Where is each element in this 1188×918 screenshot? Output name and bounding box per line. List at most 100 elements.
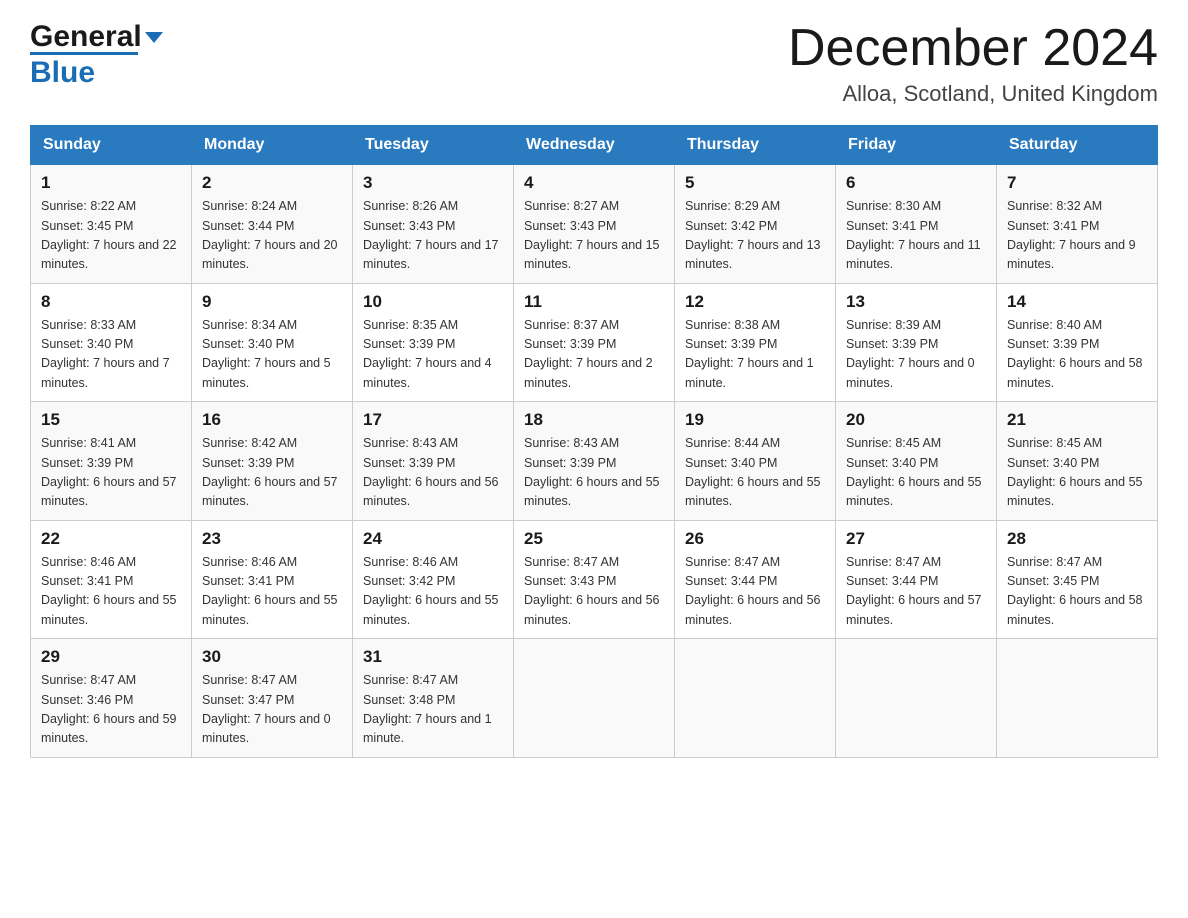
table-row: 16 Sunrise: 8:42 AMSunset: 3:39 PMDayligh… [192,402,353,521]
table-row: 26 Sunrise: 8:47 AMSunset: 3:44 PMDayligh… [675,520,836,639]
table-row: 19 Sunrise: 8:44 AMSunset: 3:40 PMDayligh… [675,402,836,521]
day-info: Sunrise: 8:37 AMSunset: 3:39 PMDaylight:… [524,316,664,394]
day-info: Sunrise: 8:46 AMSunset: 3:42 PMDaylight:… [363,553,503,631]
day-number: 21 [1007,410,1147,430]
calendar-week-row: 1 Sunrise: 8:22 AMSunset: 3:45 PMDaylight… [31,165,1158,284]
table-row: 14 Sunrise: 8:40 AMSunset: 3:39 PMDayligh… [997,283,1158,402]
day-info: Sunrise: 8:22 AMSunset: 3:45 PMDaylight:… [41,197,181,275]
day-info: Sunrise: 8:47 AMSunset: 3:44 PMDaylight:… [846,553,986,631]
table-row: 22 Sunrise: 8:46 AMSunset: 3:41 PMDayligh… [31,520,192,639]
day-number: 7 [1007,173,1147,193]
day-info: Sunrise: 8:41 AMSunset: 3:39 PMDaylight:… [41,434,181,512]
day-number: 18 [524,410,664,430]
calendar-table: Sunday Monday Tuesday Wednesday Thursday… [30,125,1158,758]
table-row: 6 Sunrise: 8:30 AMSunset: 3:41 PMDaylight… [836,165,997,284]
calendar-header: Sunday Monday Tuesday Wednesday Thursday… [31,126,1158,165]
day-info: Sunrise: 8:24 AMSunset: 3:44 PMDaylight:… [202,197,342,275]
day-number: 16 [202,410,342,430]
table-row: 20Sunrise: 8:45 AMSunset: 3:40 PMDayligh… [836,402,997,521]
logo-arrow-icon [145,32,163,43]
day-number: 17 [363,410,503,430]
title-area: December 2024 Alloa, Scotland, United Ki… [788,20,1158,107]
table-row: 28Sunrise: 8:47 AMSunset: 3:45 PMDayligh… [997,520,1158,639]
day-number: 11 [524,292,664,312]
calendar-week-row: 22 Sunrise: 8:46 AMSunset: 3:41 PMDayligh… [31,520,1158,639]
table-row [675,639,836,758]
day-info: Sunrise: 8:46 AMSunset: 3:41 PMDaylight:… [202,553,342,631]
table-row: 29 Sunrise: 8:47 AMSunset: 3:46 PMDayligh… [31,639,192,758]
table-row: 9Sunrise: 8:34 AMSunset: 3:40 PMDaylight… [192,283,353,402]
logo-blue-text: Blue [30,56,95,89]
logo-underline [30,52,138,55]
day-number: 13 [846,292,986,312]
day-info: Sunrise: 8:38 AMSunset: 3:39 PMDaylight:… [685,316,825,394]
table-row: 1 Sunrise: 8:22 AMSunset: 3:45 PMDaylight… [31,165,192,284]
table-row: 10Sunrise: 8:35 AMSunset: 3:39 PMDayligh… [353,283,514,402]
day-info: Sunrise: 8:47 AMSunset: 3:44 PMDaylight:… [685,553,825,631]
table-row: 7Sunrise: 8:32 AMSunset: 3:41 PMDaylight… [997,165,1158,284]
logo-general-text: General [30,20,142,54]
day-number: 25 [524,529,664,549]
day-info: Sunrise: 8:47 AMSunset: 3:47 PMDaylight:… [202,671,342,749]
day-info: Sunrise: 8:45 AMSunset: 3:40 PMDaylight:… [1007,434,1147,512]
calendar-week-row: 15 Sunrise: 8:41 AMSunset: 3:39 PMDayligh… [31,402,1158,521]
day-info: Sunrise: 8:45 AMSunset: 3:40 PMDaylight:… [846,434,986,512]
calendar-week-row: 8 Sunrise: 8:33 AMSunset: 3:40 PMDaylight… [31,283,1158,402]
day-info: Sunrise: 8:44 AMSunset: 3:40 PMDaylight:… [685,434,825,512]
table-row: 15 Sunrise: 8:41 AMSunset: 3:39 PMDayligh… [31,402,192,521]
col-friday: Friday [836,126,997,165]
col-wednesday: Wednesday [514,126,675,165]
day-info: Sunrise: 8:33 AMSunset: 3:40 PMDaylight:… [41,316,181,394]
table-row: 11 Sunrise: 8:37 AMSunset: 3:39 PMDayligh… [514,283,675,402]
calendar-week-row: 29 Sunrise: 8:47 AMSunset: 3:46 PMDayligh… [31,639,1158,758]
day-number: 19 [685,410,825,430]
table-row: 21 Sunrise: 8:45 AMSunset: 3:40 PMDayligh… [997,402,1158,521]
table-row: 13Sunrise: 8:39 AMSunset: 3:39 PMDayligh… [836,283,997,402]
col-saturday: Saturday [997,126,1158,165]
day-number: 6 [846,173,986,193]
table-row: 8 Sunrise: 8:33 AMSunset: 3:40 PMDaylight… [31,283,192,402]
header-row: Sunday Monday Tuesday Wednesday Thursday… [31,126,1158,165]
month-title: December 2024 [788,20,1158,77]
day-info: Sunrise: 8:43 AMSunset: 3:39 PMDaylight:… [524,434,664,512]
day-info: Sunrise: 8:42 AMSunset: 3:39 PMDaylight:… [202,434,342,512]
day-info: Sunrise: 8:47 AMSunset: 3:48 PMDaylight:… [363,671,503,749]
col-tuesday: Tuesday [353,126,514,165]
day-info: Sunrise: 8:47 AMSunset: 3:43 PMDaylight:… [524,553,664,631]
day-number: 3 [363,173,503,193]
day-info: Sunrise: 8:43 AMSunset: 3:39 PMDaylight:… [363,434,503,512]
day-number: 29 [41,647,181,667]
day-number: 26 [685,529,825,549]
day-number: 15 [41,410,181,430]
table-row: 17 Sunrise: 8:43 AMSunset: 3:39 PMDayligh… [353,402,514,521]
table-row: 27 Sunrise: 8:47 AMSunset: 3:44 PMDayligh… [836,520,997,639]
table-row: 30 Sunrise: 8:47 AMSunset: 3:47 PMDayligh… [192,639,353,758]
day-info: Sunrise: 8:30 AMSunset: 3:41 PMDaylight:… [846,197,986,275]
calendar-body: 1 Sunrise: 8:22 AMSunset: 3:45 PMDaylight… [31,165,1158,758]
day-info: Sunrise: 8:47 AMSunset: 3:46 PMDaylight:… [41,671,181,749]
day-number: 31 [363,647,503,667]
day-info: Sunrise: 8:47 AMSunset: 3:45 PMDaylight:… [1007,553,1147,631]
day-info: Sunrise: 8:29 AMSunset: 3:42 PMDaylight:… [685,197,825,275]
day-number: 1 [41,173,181,193]
table-row: 31 Sunrise: 8:47 AMSunset: 3:48 PMDayligh… [353,639,514,758]
table-row: 25 Sunrise: 8:47 AMSunset: 3:43 PMDayligh… [514,520,675,639]
day-info: Sunrise: 8:35 AMSunset: 3:39 PMDaylight:… [363,316,503,394]
day-number: 22 [41,529,181,549]
day-number: 5 [685,173,825,193]
day-info: Sunrise: 8:46 AMSunset: 3:41 PMDaylight:… [41,553,181,631]
table-row [836,639,997,758]
day-number: 8 [41,292,181,312]
col-thursday: Thursday [675,126,836,165]
day-number: 12 [685,292,825,312]
table-row: 4Sunrise: 8:27 AMSunset: 3:43 PMDaylight… [514,165,675,284]
day-info: Sunrise: 8:40 AMSunset: 3:39 PMDaylight:… [1007,316,1147,394]
day-info: Sunrise: 8:27 AMSunset: 3:43 PMDaylight:… [524,197,664,275]
table-row [514,639,675,758]
table-row: 18 Sunrise: 8:43 AMSunset: 3:39 PMDayligh… [514,402,675,521]
day-number: 14 [1007,292,1147,312]
day-number: 27 [846,529,986,549]
day-number: 30 [202,647,342,667]
page-header: General Blue December 2024 Alloa, Scotla… [30,20,1158,107]
day-number: 2 [202,173,342,193]
